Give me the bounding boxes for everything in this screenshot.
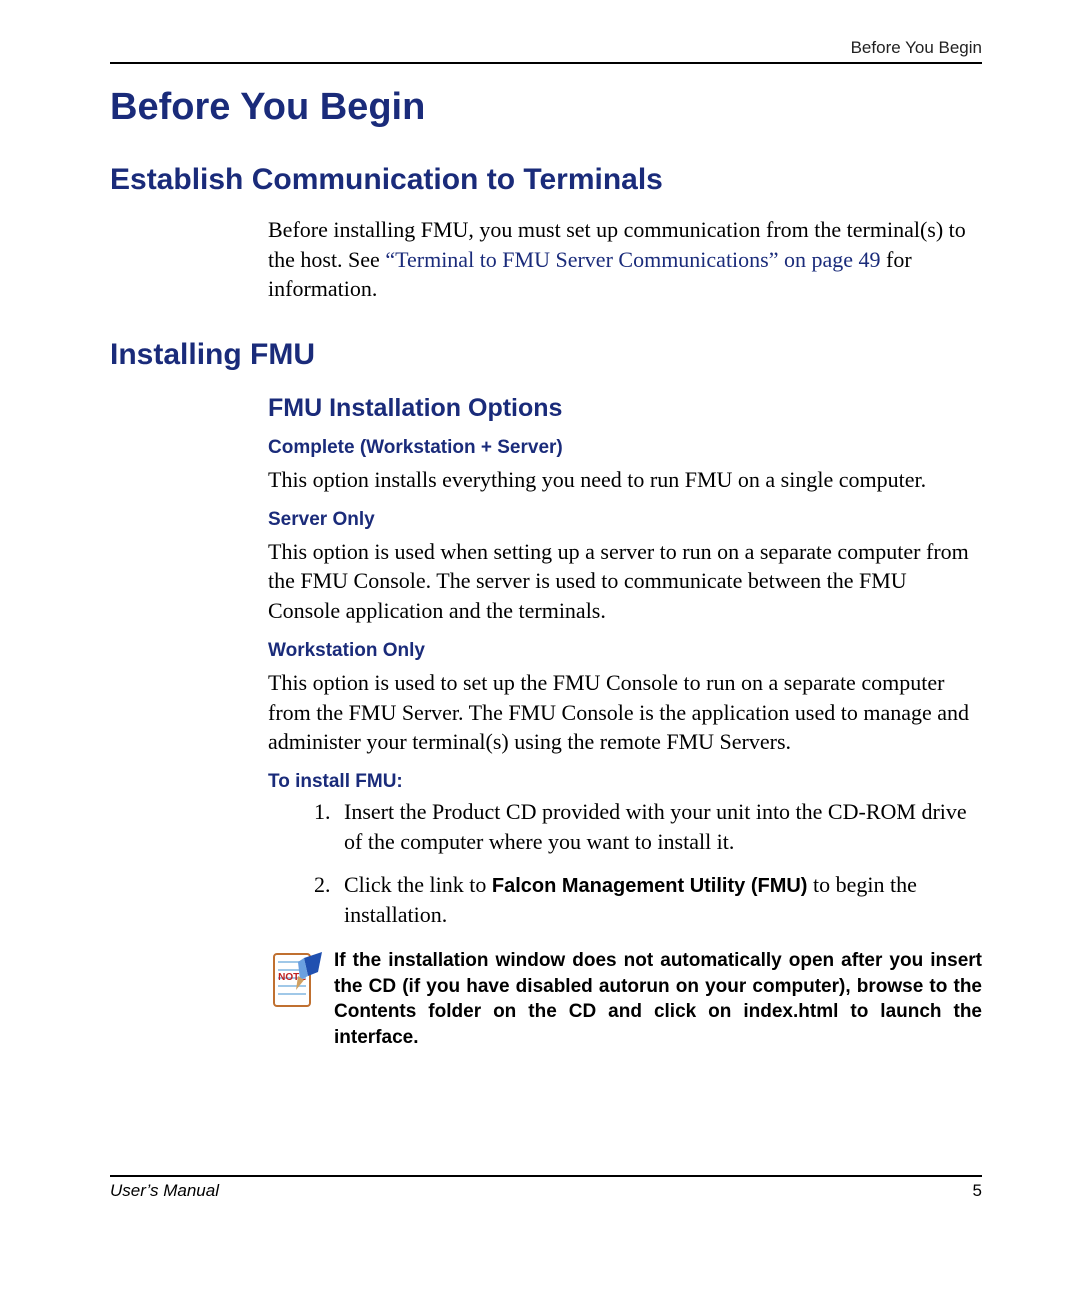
option-head-workstation-only: Workstation Only xyxy=(268,640,982,662)
footer-manual-name: User’s Manual xyxy=(110,1181,219,1201)
option-head-complete: Complete (Workstation + Server) xyxy=(268,437,982,459)
option-text-complete: This option installs everything you need… xyxy=(268,465,982,495)
note-block: NOTE If the installation window does not… xyxy=(268,948,982,1051)
note-text: If the installation window does not auto… xyxy=(334,948,982,1051)
note-icon: NOTE xyxy=(268,950,324,1023)
install-step-2: Click the link to Falcon Management Util… xyxy=(336,870,982,930)
install-steps: Insert the Product CD provided with your… xyxy=(268,797,982,930)
link-terminal-communications[interactable]: “Terminal to FMU Server Communications” … xyxy=(385,247,880,272)
footer-page-number: 5 xyxy=(973,1181,982,1201)
installing-body: FMU Installation Options Complete (Works… xyxy=(268,394,982,1050)
heading-to-install-fmu: To install FMU: xyxy=(268,771,982,793)
install-step-2a: Click the link to xyxy=(344,872,492,897)
running-head: Before You Begin xyxy=(110,38,982,64)
install-step-1: Insert the Product CD provided with your… xyxy=(336,797,982,856)
heading-establish-communication: Establish Communication to Terminals xyxy=(110,163,982,197)
page-footer: User’s Manual 5 xyxy=(110,1175,982,1201)
establish-body: Before installing FMU, you must set up c… xyxy=(268,215,982,304)
install-step-2-product-name: Falcon Management Utility (FMU) xyxy=(492,875,808,897)
page-title: Before You Begin xyxy=(110,86,982,129)
option-head-server-only: Server Only xyxy=(268,509,982,531)
option-text-server-only: This option is used when setting up a se… xyxy=(268,537,982,626)
option-text-workstation-only: This option is used to set up the FMU Co… xyxy=(268,668,982,757)
page: Before You Begin Before You Begin Establ… xyxy=(0,0,1080,1311)
heading-installation-options: FMU Installation Options xyxy=(268,394,982,423)
establish-paragraph: Before installing FMU, you must set up c… xyxy=(268,215,982,304)
heading-installing-fmu: Installing FMU xyxy=(110,338,982,372)
